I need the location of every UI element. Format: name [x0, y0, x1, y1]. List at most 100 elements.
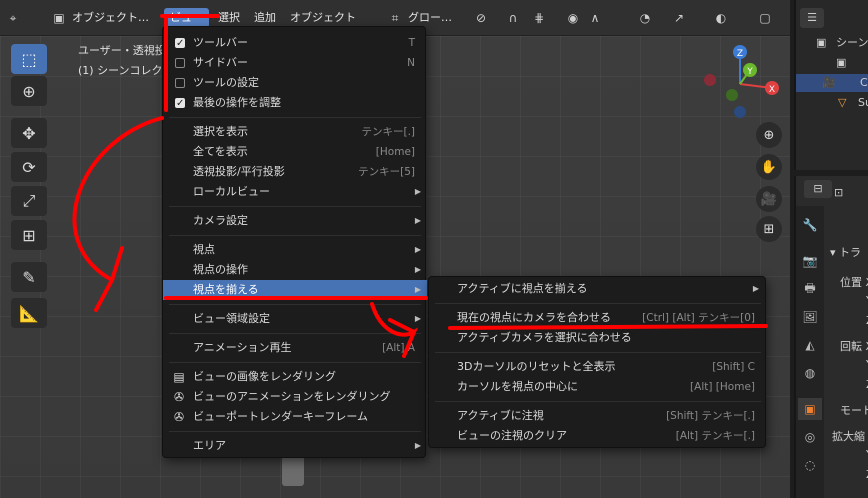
rotation-x-label: 回転 X	[840, 340, 868, 353]
gizmo-toggle-icon[interactable]: ↗	[670, 9, 688, 27]
outliner-row-scene[interactable]: ▣ シーン	[796, 34, 868, 52]
shortcut-label: テンキー[.]	[361, 126, 415, 138]
scene-tab-icon[interactable]: ◭	[798, 334, 822, 356]
visibility-icon[interactable]: ◔	[636, 9, 654, 27]
world-tab-icon[interactable]: ◍	[798, 362, 822, 384]
falloff-icon[interactable]: ∧	[586, 9, 604, 27]
menu-item-render-image[interactable]: ▤ ビューの画像をレンダリング	[163, 367, 427, 387]
checkbox-unchecked[interactable]	[175, 78, 185, 88]
menu-item-view-regions[interactable]: ビュー領域設定 ▶	[163, 309, 427, 329]
scale-tool-icon[interactable]: ⤢	[11, 186, 47, 216]
menu-item-toolbar[interactable]: ツールバー T	[163, 33, 427, 54]
gizmo-neg-y[interactable]	[726, 89, 738, 101]
submenu-item-center-cursor-frame-all[interactable]: 3Dカーソルのリセットと全表示 [Shift] C	[429, 357, 767, 377]
measure-tool-icon[interactable]: 📐	[11, 298, 47, 328]
menu-item-play-animation[interactable]: アニメーション再生 [Alt] A	[163, 338, 427, 358]
menu-view[interactable]: ビュー	[164, 8, 209, 28]
menu-item-label: ビュー領域設定	[193, 312, 270, 325]
menu-select[interactable]: 選択	[212, 8, 246, 28]
menu-item-align-view[interactable]: 視点を揃える ▶	[163, 280, 427, 300]
gizmo-neg-z[interactable]	[734, 106, 746, 118]
collection-icon: ▣	[836, 56, 847, 69]
cursor-tool-icon[interactable]: ⊕	[11, 76, 47, 106]
editor-type-icon[interactable]: ⌖	[4, 9, 22, 27]
orientation-dropdown[interactable]: グロー…	[402, 8, 458, 28]
perspective-grid-icon[interactable]: ⊞	[756, 216, 782, 242]
move-tool-icon[interactable]: ✥	[11, 118, 47, 148]
camera-view-icon[interactable]: 🎥	[756, 186, 782, 212]
submenu-item-view-lock-clear[interactable]: ビューの注視のクリア [Alt] テンキー[.]	[429, 426, 767, 446]
outliner-row-camera[interactable]: 🎥 Ca	[796, 74, 868, 92]
submenu-item-align-camera-to-view[interactable]: 現在の視点にカメラを合わせる [Ctrl] [Alt] テンキー[0]	[429, 308, 767, 328]
submenu-arrow-icon: ▶	[414, 245, 421, 254]
menu-item-render-animation[interactable]: ✇ ビューのアニメーションをレンダリング	[163, 387, 427, 407]
menu-item-frame-selected[interactable]: 選択を表示 テンキー[.]	[163, 122, 427, 142]
menu-object[interactable]: オブジェクト	[284, 8, 362, 28]
pivot-icon[interactable]: ⊘	[472, 9, 490, 27]
snap-icon[interactable]: ∩	[504, 9, 522, 27]
menu-item-area[interactable]: エリア ▶	[163, 436, 427, 456]
submenu-item-align-active-camera[interactable]: アクティブカメラを選択に合わせる	[429, 328, 767, 348]
submenu-arrow-icon: ▶	[752, 284, 759, 293]
view-layer-tab-icon[interactable]: 🖼	[798, 306, 822, 328]
checkbox-checked[interactable]	[175, 94, 185, 114]
shortcut-label: [Home]	[375, 146, 415, 158]
menu-item-label: エリア	[193, 439, 226, 452]
submenu-item-label: アクティブに視点を揃える	[457, 282, 588, 295]
menu-add[interactable]: 追加	[248, 8, 282, 28]
snap-target-icon[interactable]: ⋕	[530, 9, 548, 27]
menu-separator	[435, 401, 761, 402]
mode-dropdown[interactable]: オブジェクト…	[66, 8, 155, 28]
submenu-item-align-active[interactable]: アクティブに視点を揃える ▶	[429, 279, 767, 299]
outliner-row-sun[interactable]: ▽ Su	[796, 94, 868, 112]
gizmo-neg-x[interactable]	[704, 74, 716, 86]
menu-item-tool-settings[interactable]: ツールの設定	[163, 73, 427, 93]
checkbox-unchecked[interactable]	[175, 58, 185, 68]
menu-item-viewpoint[interactable]: 視点 ▶	[163, 240, 427, 260]
navigation-gizmo[interactable]: Z X Y	[700, 40, 786, 120]
overlay-icon[interactable]: ◐	[712, 9, 730, 27]
properties-tabs: 🔧 📷 🖶 🖼 ◭ ◍ ▣ ◎ ◌	[796, 206, 824, 498]
gizmo-x-label: X	[769, 85, 775, 95]
shortcut-label: [Ctrl] [Alt] テンキー[0]	[642, 312, 755, 324]
annotate-tool-icon[interactable]: ✎	[11, 262, 47, 292]
outliner-panel: ☰ ▣ シーン ▣ 🎥 Ca ▽ Su	[794, 0, 868, 170]
zoom-icon[interactable]: ⊕	[756, 122, 782, 148]
xray-icon[interactable]: ▢	[756, 9, 774, 27]
submenu-arrow-icon: ▶	[414, 216, 421, 225]
menu-item-perspective-ortho[interactable]: 透視投影/平行投影 テンキー[5]	[163, 162, 427, 182]
object-tab-icon[interactable]: ▣	[798, 398, 822, 420]
section-title[interactable]: ▾ トラ	[830, 244, 861, 260]
output-tab-icon[interactable]: 🖶	[798, 278, 822, 300]
menu-item-frame-all[interactable]: 全てを表示 [Home]	[163, 142, 427, 162]
pan-hand-icon[interactable]: ✋	[756, 154, 782, 180]
properties-editor-type-icon[interactable]: ⊟	[804, 180, 832, 198]
outliner-editor-type-icon[interactable]: ☰	[800, 8, 824, 28]
submenu-item-center-view-to-cursor[interactable]: カーソルを視点の中心に [Alt] [Home]	[429, 377, 767, 397]
submenu-arrow-icon: ▶	[414, 314, 421, 323]
menu-item-render-keyframes[interactable]: ✇ ビューポートレンダーキーフレーム	[163, 407, 427, 427]
menu-item-sidebar[interactable]: サイドバー N	[163, 53, 427, 73]
scale-x-label: 拡大縮	[832, 430, 865, 443]
rotate-tool-icon[interactable]: ⟳	[11, 152, 47, 182]
outliner-row-collection[interactable]: ▣	[796, 54, 868, 72]
rotation-mode-label: モード	[840, 404, 868, 417]
menu-item-label: アニメーション再生	[193, 341, 292, 354]
menu-item-label: ツールバー	[193, 36, 248, 49]
proportional-edit-icon[interactable]: ◉	[564, 9, 582, 27]
physics-tab-icon[interactable]: ◌	[798, 454, 822, 476]
select-box-tool-icon[interactable]: ⬚	[11, 44, 47, 74]
tool-tab-icon[interactable]: 🔧	[798, 214, 822, 236]
submenu-item-view-lock-to-active[interactable]: アクティブに注視 [Shift] テンキー[.]	[429, 406, 767, 426]
render-tab-icon[interactable]: 📷	[798, 250, 822, 272]
shortcut-label: テンキー[5]	[358, 166, 415, 178]
menu-item-camera-settings[interactable]: カメラ設定 ▶	[163, 211, 427, 231]
outliner-label: Ca	[860, 76, 868, 89]
modifier-tab-icon[interactable]: ◎	[798, 426, 822, 448]
menu-item-navigation[interactable]: 視点の操作 ▶	[163, 260, 427, 280]
menu-item-local-view[interactable]: ローカルビュー ▶	[163, 182, 427, 202]
submenu-item-label: アクティブカメラを選択に合わせる	[457, 331, 632, 344]
menu-item-adjust-last-operation[interactable]: 最後の操作を調整	[163, 93, 427, 114]
checkbox-checked[interactable]	[175, 34, 185, 54]
transform-tool-icon[interactable]: ⊞	[11, 220, 47, 250]
